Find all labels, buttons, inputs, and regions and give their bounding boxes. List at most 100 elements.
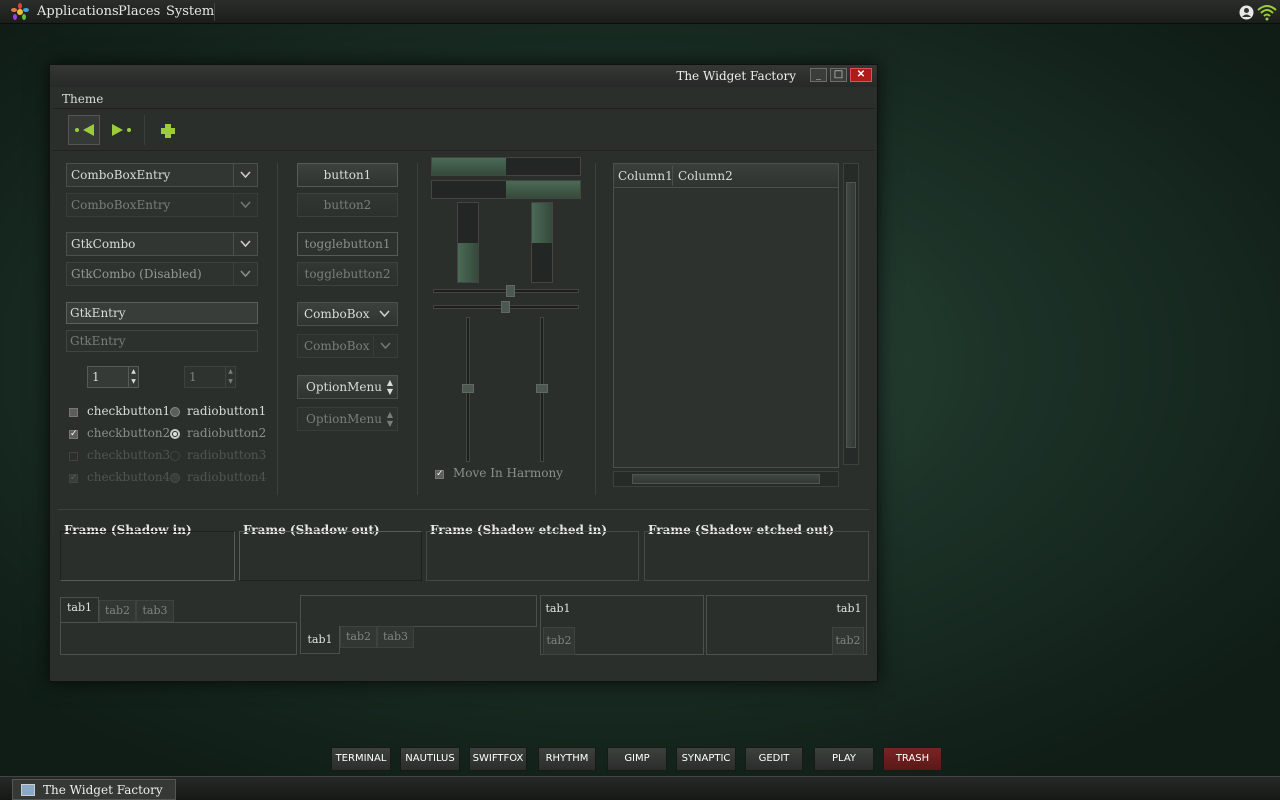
launcher-synaptic[interactable]: SYNAPTIC (676, 747, 736, 771)
plus-icon (161, 124, 175, 138)
horizontal-scrollbar[interactable] (613, 471, 839, 487)
column1-header[interactable]: Column1 (618, 169, 673, 183)
notebook-2-tab2[interactable]: tab2 (340, 626, 377, 648)
vertical-scrollbar[interactable] (843, 163, 859, 465)
window-icon (21, 784, 35, 796)
option-menu[interactable]: OptionMenu ▲ ▼ (297, 375, 398, 399)
checkbutton4-box: ✓ (69, 473, 78, 483)
scale-handle[interactable] (501, 301, 510, 313)
notebook-1: tab1 tab2 tab3 (60, 597, 297, 655)
spin-arrows-disabled: ▲ ▼ (225, 367, 235, 387)
v-scale-2[interactable] (536, 317, 548, 462)
close-button[interactable]: ✕ (850, 68, 872, 82)
back-button[interactable] (68, 115, 100, 145)
spin-button-disabled-value: 1 (189, 370, 197, 384)
combobox[interactable]: ComboBox (297, 302, 398, 326)
title-bar[interactable]: The Widget Factory _ □ ✕ (50, 65, 877, 87)
checkbutton1-box[interactable] (69, 408, 78, 417)
notebook-3: tab1 tab2 (540, 595, 704, 655)
gtk-combo-text: GtkCombo (71, 237, 136, 251)
notebook-1-tab2[interactable]: tab2 (99, 600, 136, 622)
gtk-entry-disabled-value: GtkEntry (70, 334, 126, 348)
dropdown-button[interactable] (373, 303, 397, 325)
spin-button[interactable]: 1 ▲ ▼ (87, 366, 139, 388)
dropdown-button[interactable] (233, 233, 257, 255)
v-scale-1[interactable] (462, 317, 474, 462)
notebook-2-tab1[interactable]: tab1 (300, 626, 340, 654)
maximize-button[interactable]: □ (830, 68, 847, 82)
scale-handle[interactable] (536, 384, 548, 393)
checkbutton1-label[interactable]: checkbutton1 (87, 404, 170, 418)
combo-box-entry-disabled: ComboBoxEntry (66, 193, 258, 217)
add-button[interactable] (152, 115, 184, 145)
move-in-harmony-label[interactable]: Move In Harmony (453, 466, 563, 480)
menu-system[interactable]: System (166, 4, 214, 19)
chevron-down-icon (240, 171, 251, 178)
checkbutton2-label[interactable]: checkbutton2 (87, 426, 170, 440)
scrollbar-thumb[interactable] (632, 474, 820, 484)
taskbar-item-widget-factory[interactable]: The Widget Factory (12, 779, 176, 800)
launcher-terminal[interactable]: TERMINAL (331, 747, 391, 771)
notebook-1-tab3[interactable]: tab3 (136, 600, 174, 622)
top-panel: Applications Places System (0, 0, 1280, 24)
spin-arrows[interactable]: ▲ ▼ (128, 367, 138, 387)
minimize-button[interactable]: _ (810, 68, 827, 82)
combo-box-entry[interactable]: ComboBoxEntry (66, 163, 258, 187)
launcher-play[interactable]: PLAY (814, 747, 874, 771)
button1[interactable]: button1 (297, 163, 398, 187)
radiobutton2-label[interactable]: radiobutton2 (187, 426, 266, 440)
h-scale-1[interactable] (433, 285, 579, 297)
launcher-gedit[interactable]: GEDIT (745, 747, 803, 771)
forward-button[interactable] (104, 115, 136, 145)
dropdown-button-disabled (233, 263, 257, 285)
radiobutton1-label[interactable]: radiobutton1 (187, 404, 266, 418)
notebook-3-tab2[interactable]: tab2 (543, 627, 575, 655)
progress-bar-v2 (531, 202, 553, 283)
wifi-icon[interactable] (1257, 3, 1277, 24)
radiobutton2-dot[interactable] (170, 429, 180, 439)
column2-header[interactable]: Column2 (678, 169, 733, 183)
gtk-entry[interactable]: GtkEntry (66, 302, 258, 324)
gtk-combo[interactable]: GtkCombo (66, 232, 258, 256)
combobox-disabled-text: ComboBox (304, 339, 370, 353)
scale-handle[interactable] (506, 285, 515, 297)
move-in-harmony-checkbox[interactable]: ✓ (435, 470, 444, 479)
checkbutton3-box (69, 452, 78, 461)
menu-theme[interactable]: Theme (62, 92, 103, 106)
forward-arrow-icon (112, 124, 131, 136)
notebook-2-tab3[interactable]: tab3 (377, 626, 414, 648)
progress-bar-h2 (431, 180, 581, 199)
chevron-down-icon (240, 201, 251, 208)
scale-handle[interactable] (462, 384, 474, 393)
launcher-nautilus[interactable]: NAUTILUS (400, 747, 460, 771)
window-title: The Widget Factory (676, 69, 796, 83)
checkbutton2-box[interactable]: ✓ (69, 430, 78, 439)
launcher-swiftfox[interactable]: SWIFTFOX (469, 747, 527, 771)
h-scale-2[interactable] (433, 301, 579, 313)
option-menu-text: OptionMenu (306, 380, 382, 394)
menu-applications[interactable]: Applications (37, 4, 119, 19)
togglebutton1[interactable]: togglebutton1 (297, 232, 398, 256)
button2: button2 (297, 193, 398, 217)
scrollbar-thumb[interactable] (846, 182, 856, 448)
notebook-1-tab1[interactable]: tab1 (60, 597, 99, 623)
progress-bar-v1 (457, 202, 479, 283)
notebook-4-tab2[interactable]: tab2 (832, 627, 864, 655)
menu-places[interactable]: Places (118, 4, 160, 19)
column-separator (417, 163, 418, 495)
launcher-rhythm[interactable]: RHYTHM (538, 747, 596, 771)
notebook-4: tab1 tab2 (706, 595, 867, 655)
gtk-entry-value: GtkEntry (70, 306, 126, 320)
tree-view[interactable]: Column1 Column2 (613, 163, 839, 468)
dropdown-button[interactable] (233, 164, 257, 186)
notebook-4-tab1[interactable]: tab1 (831, 595, 867, 625)
launcher-trash[interactable]: TRASH (883, 747, 942, 771)
launcher-gimp[interactable]: GIMP (607, 747, 667, 771)
chevron-down-icon (240, 240, 251, 247)
notebook-3-tab1[interactable]: tab1 (540, 595, 576, 625)
radiobutton1-dot[interactable] (170, 407, 180, 417)
chevron-down-icon (380, 342, 391, 349)
gnome-foot-icon[interactable] (10, 3, 30, 24)
combo-box-entry-disabled-text: ComboBoxEntry (71, 198, 171, 212)
user-icon[interactable] (1239, 5, 1254, 23)
